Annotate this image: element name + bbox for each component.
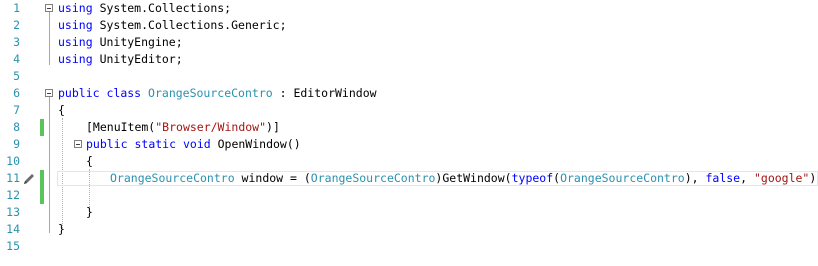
- keyword: class: [106, 86, 142, 100]
- keyword: using: [58, 1, 93, 15]
- code-text: using System.Collections.Generic;: [58, 17, 287, 34]
- class-name: OrangeSourceContro: [148, 86, 273, 100]
- line-number: 5: [13, 69, 20, 83]
- line-number: 4: [13, 52, 20, 66]
- punctuation: :: [272, 86, 294, 100]
- type-name: OrangeSourceContro: [310, 171, 436, 185]
- brace: {: [58, 103, 65, 117]
- code-text: [MenuItem("Browser/Window")]: [86, 119, 280, 136]
- line-number: 2: [13, 18, 20, 32]
- code-text: {: [58, 102, 65, 119]
- line-number: 3: [13, 35, 20, 49]
- method-name: OpenWindow(): [217, 137, 301, 151]
- code-fragment: );: [809, 171, 818, 185]
- code-text: public class OrangeSourceContro : Editor…: [58, 85, 377, 102]
- code-fragment: ),: [684, 171, 706, 185]
- base-class: EditorWindow: [293, 86, 377, 100]
- code-text: }: [86, 204, 93, 221]
- keyword: false: [705, 171, 741, 185]
- code-line[interactable]: 13 }: [0, 204, 818, 221]
- code-text: using System.Collections;: [58, 0, 231, 17]
- code-line-current[interactable]: 11 OrangeSourceContro window = (OrangeSo…: [0, 170, 818, 187]
- line-number: 13: [6, 205, 20, 219]
- namespace: System.Collections.Generic;: [99, 18, 287, 32]
- code-fragment: window = (: [234, 171, 311, 185]
- code-text: public static void OpenWindow(): [86, 136, 301, 153]
- collapse-icon[interactable]: [74, 140, 82, 148]
- keyword: public: [86, 137, 128, 151]
- keyword: using: [58, 35, 93, 49]
- code-text: }: [58, 221, 65, 238]
- code-editor[interactable]: 1 using System.Collections; 2 using Syst…: [0, 0, 818, 266]
- type-name: OrangeSourceContro: [110, 171, 235, 185]
- line-number: 15: [6, 239, 20, 253]
- line-number: 14: [6, 222, 20, 236]
- code-line[interactable]: 7 {: [0, 102, 818, 119]
- code-line[interactable]: 2 using System.Collections.Generic;: [0, 17, 818, 34]
- line-number: 12: [6, 188, 20, 202]
- code-line[interactable]: 12: [0, 187, 818, 204]
- code-text: OrangeSourceContro window = (OrangeSourc…: [110, 170, 818, 187]
- code-line[interactable]: 15: [0, 238, 818, 255]
- code-text: using UnityEditor;: [58, 51, 183, 68]
- code-line[interactable]: 14 }: [0, 221, 818, 238]
- change-indicator: [40, 119, 44, 136]
- code-line[interactable]: 6 public class OrangeSourceContro : Edit…: [0, 85, 818, 102]
- line-number: 1: [13, 1, 20, 15]
- code-fragment: ,: [740, 171, 754, 185]
- line-number: 6: [13, 86, 20, 100]
- string-literal: "google": [753, 171, 810, 185]
- attribute-open: [MenuItem(: [86, 120, 156, 134]
- keyword: using: [58, 18, 93, 32]
- keyword: using: [58, 52, 93, 66]
- brace: }: [58, 222, 65, 236]
- code-line[interactable]: 1 using System.Collections;: [0, 0, 818, 17]
- line-number: 9: [13, 137, 20, 151]
- namespace: System.Collections;: [99, 1, 232, 15]
- keyword: typeof: [511, 171, 554, 185]
- change-indicator: [40, 170, 44, 187]
- change-indicator: [40, 187, 44, 204]
- code-text: using UnityEngine;: [58, 34, 183, 51]
- keyword: public: [58, 86, 100, 100]
- code-line[interactable]: 8 [MenuItem("Browser/Window")]: [0, 119, 818, 136]
- line-number: 7: [13, 103, 20, 117]
- edit-pencil-icon[interactable]: [22, 172, 36, 186]
- keyword: static: [134, 137, 177, 151]
- code-fragment: )GetWindow(: [435, 171, 512, 185]
- string-literal: "Browser/Window": [155, 120, 267, 134]
- line-number: 8: [13, 120, 20, 134]
- code-text: {: [86, 153, 93, 170]
- namespace: UnityEditor;: [99, 52, 183, 66]
- collapse-icon[interactable]: [45, 89, 53, 97]
- attribute-close: )]: [266, 120, 280, 134]
- line-number: 11: [6, 171, 20, 185]
- code-line[interactable]: 9 public static void OpenWindow(): [0, 136, 818, 153]
- code-line[interactable]: 4 using UnityEditor;: [0, 51, 818, 68]
- code-line[interactable]: 5: [0, 68, 818, 85]
- namespace: UnityEngine;: [99, 35, 183, 49]
- code-line[interactable]: 3 using UnityEngine;: [0, 34, 818, 51]
- keyword: void: [182, 137, 211, 151]
- line-number: 10: [6, 154, 20, 168]
- brace: }: [86, 205, 93, 219]
- code-line[interactable]: 10 {: [0, 153, 818, 170]
- brace: {: [86, 154, 93, 168]
- type-name: OrangeSourceContro: [560, 171, 685, 185]
- collapse-icon[interactable]: [45, 4, 53, 12]
